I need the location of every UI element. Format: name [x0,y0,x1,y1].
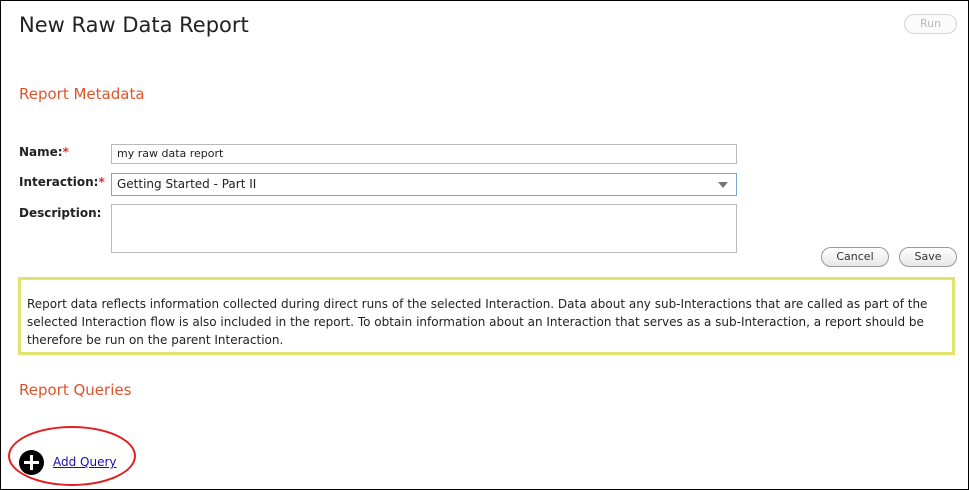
required-marker: * [98,175,105,189]
interaction-select[interactable]: Getting Started - Part II [111,173,737,196]
interaction-selected-value: Getting Started - Part II [117,177,257,191]
name-label: Name:* [19,145,69,159]
required-marker: * [62,145,69,159]
save-button[interactable]: Save [899,247,957,267]
name-field[interactable]: my raw data report [111,144,737,164]
info-notice: Report data reflects information collect… [18,277,955,355]
add-query-button[interactable]: Add Query [19,449,117,475]
name-label-text: Name: [19,145,63,159]
add-circle-icon[interactable] [19,449,44,475]
report-editor-window: New Raw Data Report Run Report Metadata … [0,0,969,490]
description-label: Description: [19,206,102,220]
info-notice-text: Report data reflects information collect… [27,297,928,347]
cancel-button[interactable]: Cancel [821,247,889,267]
chevron-down-icon[interactable] [718,182,728,188]
report-queries-heading: Report Queries [19,381,132,399]
interaction-label-text: Interaction: [19,175,99,189]
interaction-label: Interaction:* [19,175,105,189]
run-button[interactable]: Run [904,14,957,34]
description-field[interactable] [111,204,737,253]
page-title: New Raw Data Report [19,13,249,37]
report-metadata-heading: Report Metadata [19,85,145,103]
add-query-link[interactable]: Add Query [53,455,117,469]
